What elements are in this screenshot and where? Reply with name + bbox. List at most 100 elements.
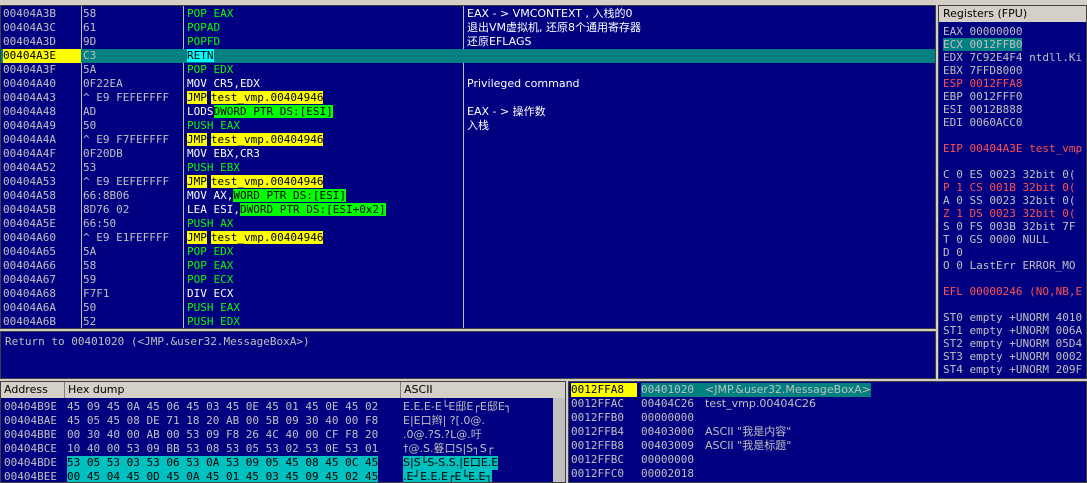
disasm-hex: 0F20DB bbox=[83, 147, 123, 160]
register-row[interactable]: ECX 0012FFB0 bbox=[943, 38, 1023, 51]
dump-scrollbar[interactable] bbox=[553, 398, 565, 482]
register-row[interactable]: ST0 empty +UNORM 4010 bbox=[943, 311, 1082, 324]
dump-address: 00404BEE bbox=[4, 470, 57, 483]
disasm-row[interactable]: 00404A3E C3 RETN bbox=[1, 49, 935, 63]
disasm-row[interactable]: 00404A40 0F22EA MOV CR5,EDX Privileged comm… bbox=[1, 77, 935, 91]
dump-header-address[interactable]: Address bbox=[1, 382, 65, 398]
stack-address: 0012FFC0 bbox=[571, 467, 624, 480]
dump-header-ascii[interactable]: ASCII bbox=[401, 382, 565, 398]
instruction-mnemonic: POP EAX bbox=[187, 259, 234, 272]
disasm-row[interactable]: 00404A52 53 PUSH EBX bbox=[1, 161, 935, 175]
disasm-address: 00404A52 bbox=[3, 161, 56, 174]
instruction-operand: test_vmp.00404946 bbox=[210, 175, 324, 188]
instruction-mnemonic: LODS bbox=[187, 105, 214, 118]
disasm-comment: 退出VM虚拟机, 还原8个通用寄存器 bbox=[467, 21, 642, 34]
stack-row[interactable]: 0012FFC0 00002018 bbox=[569, 467, 1086, 481]
disasm-row[interactable]: 00404A6A 50 PUSH EAX bbox=[1, 301, 935, 315]
register-row[interactable]: ESP 0012FFA8 bbox=[943, 77, 1022, 90]
register-row[interactable]: T 0 GS 0000 NULL bbox=[943, 233, 1049, 246]
register-row[interactable]: ST3 empty +UNORM 0002 bbox=[943, 350, 1082, 363]
instruction-mnemonic: PUSH EAX bbox=[187, 119, 240, 132]
instruction-mnemonic: LEA ESI, bbox=[187, 203, 240, 216]
hex-dump-pane[interactable]: Address Hex dump ASCII 00404B9E 45 09 45 … bbox=[0, 381, 566, 483]
register-row[interactable]: A 0 SS 0023 32bit 0( bbox=[943, 194, 1075, 207]
instruction-operand: DWORD PTR DS:[ESI+0x2] bbox=[239, 203, 386, 216]
disasm-hex: ^ E9 E1FEFFFF bbox=[83, 231, 170, 244]
disasm-instruction: POP EAX bbox=[187, 259, 461, 273]
register-row[interactable]: EBP 0012FFF0 bbox=[943, 90, 1022, 103]
registers-pane[interactable]: Registers (FPU) EAX 00000000 ECX 0012FFB0… bbox=[938, 5, 1087, 379]
register-row[interactable]: EFL 00000246 (NO,NB,E bbox=[943, 285, 1082, 298]
dump-header-hex[interactable]: Hex dump bbox=[65, 382, 401, 398]
dump-row[interactable]: 00404BCE 10 40 00 53 09 BB 53 08 53 05 53… bbox=[1, 442, 565, 456]
disasm-address: 00404A60 bbox=[3, 231, 56, 244]
disassembly-pane[interactable]: 00404A3B 58 POP EAX EAX - > VMCONTEXT , 入栈的… bbox=[0, 5, 936, 329]
instruction-operand: WORD PTR DS:[ESI] bbox=[233, 189, 346, 202]
disasm-instruction: RETN bbox=[187, 49, 461, 63]
register-row[interactable]: D 0 bbox=[943, 246, 963, 259]
disasm-address: 00404A3D bbox=[3, 35, 56, 48]
disasm-row[interactable]: 00404A68 F7F1 DIV ECX bbox=[1, 287, 935, 301]
instruction-mnemonic: MOV EBX,CR3 bbox=[187, 147, 260, 160]
stack-row[interactable]: 0012FFBC 00000000 bbox=[569, 453, 1086, 467]
register-row[interactable]: EBX 7FFD8000 bbox=[943, 64, 1022, 77]
disasm-row[interactable]: 00404A49 50 PUSH EAX 入栈 bbox=[1, 119, 935, 133]
disasm-row[interactable]: 00404A48 AD LODSDWORD PTR DS:[ESI] EAX - > … bbox=[1, 105, 935, 119]
disasm-row[interactable]: 00404A4F 0F20DB MOV EBX,CR3 bbox=[1, 147, 935, 161]
register-row[interactable]: EDX 7C92E4F4 ntdll.Ki bbox=[943, 51, 1082, 64]
disasm-row[interactable]: 00404A58 66:8B06 MOV AX,WORD PTR DS:[ESI] bbox=[1, 189, 935, 203]
disasm-comment bbox=[467, 189, 935, 203]
disasm-hex: 0F22EA bbox=[83, 77, 123, 90]
dump-row[interactable]: 00404BDE 53 05 53 03 53 06 53 0A 53 09 05… bbox=[1, 456, 565, 470]
disasm-comment: Privileged command bbox=[467, 77, 580, 90]
disasm-hex: ^ E9 FEFEFFFF bbox=[83, 91, 170, 104]
stack-row[interactable]: 0012FFAC 00404C26 test_vmp.00404C26 bbox=[569, 397, 1086, 411]
disasm-row[interactable]: 00404A3C 61 POPAD 退出VM虚拟机, 还原8个通用寄存器 bbox=[1, 21, 935, 35]
stack-row[interactable]: 0012FFB8 00403009 ASCII "我是标题" bbox=[569, 439, 1086, 453]
disasm-row[interactable]: 00404A5B 8D76 02 LEA ESI,DWORD PTR DS:[ESI… bbox=[1, 203, 935, 217]
disasm-row[interactable]: 00404A67 59 POP ECX bbox=[1, 273, 935, 287]
register-row[interactable]: EIP 00404A3E test_vmp bbox=[943, 142, 1082, 155]
disasm-instruction: PUSH EAX bbox=[187, 301, 461, 315]
dump-row[interactable]: 00404BEE 00 45 04 45 0D 45 0A 45 01 45 03… bbox=[1, 470, 565, 483]
dump-row[interactable]: 00404B9E 45 09 45 0A 45 06 45 03 45 0E 45… bbox=[1, 400, 565, 414]
disasm-row[interactable]: 00404A5E 66:50 PUSH AX bbox=[1, 217, 935, 231]
register-row[interactable]: EDI 0060ACC0 bbox=[943, 116, 1022, 129]
disasm-hex: F7F1 bbox=[83, 287, 110, 300]
register-row[interactable]: ESI 0012B888 bbox=[943, 103, 1022, 116]
register-row[interactable]: S 0 FS 003B 32bit 7F bbox=[943, 220, 1075, 233]
stack-row[interactable]: 0012FFB0 00000000 bbox=[569, 411, 1086, 425]
disasm-row[interactable]: 00404A66 58 POP EAX bbox=[1, 259, 935, 273]
stack-value: 00000000 bbox=[641, 411, 694, 424]
register-row[interactable]: Z 1 DS 0023 32bit 0( bbox=[943, 207, 1075, 220]
disasm-row[interactable]: 00404A43 ^ E9 FEFEFFFF JMP test_vmp.0040494… bbox=[1, 91, 935, 105]
register-row[interactable]: EAX 00000000 bbox=[943, 25, 1022, 38]
register-row[interactable]: ST2 empty +UNORM 05D4 bbox=[943, 337, 1082, 350]
disasm-hex: 9D bbox=[83, 35, 97, 48]
disasm-row[interactable]: 00404A53 ^ E9 EEFEFFFF JMP test_vmp.0040494… bbox=[1, 175, 935, 189]
disasm-row[interactable]: 00404A3D 9D POPFD 还原EFLAGS bbox=[1, 35, 935, 49]
register-row[interactable]: O 0 LastErr ERROR_MO bbox=[943, 259, 1075, 272]
disasm-row[interactable]: 00404A4A ^ E9 F7FEFFFF JMP test_vmp.0040494… bbox=[1, 133, 935, 147]
disasm-instruction: POPFD bbox=[187, 35, 461, 49]
register-row[interactable]: ST4 empty +UNORM 209F bbox=[943, 363, 1082, 376]
dump-hex-bytes: 45 09 45 0A 45 06 45 03 45 0E 45 01 45 0… bbox=[67, 400, 379, 413]
disasm-address: 00404A6B bbox=[3, 315, 56, 328]
disasm-comment bbox=[467, 231, 935, 245]
stack-pane[interactable]: 0012FFA8 00401020 <JMP.&user32.MessageBoxA… bbox=[568, 381, 1087, 483]
disasm-row[interactable]: 00404A65 5A POP EDX bbox=[1, 245, 935, 259]
stack-row[interactable]: 0012FFB4 00403000 ASCII "我是内容" bbox=[569, 425, 1086, 439]
stack-address: 0012FFB8 bbox=[571, 439, 624, 452]
stack-comment: ASCII "我是内容" bbox=[705, 425, 792, 438]
register-row[interactable]: ST1 empty +UNORM 006A bbox=[943, 324, 1082, 337]
disasm-row[interactable]: 00404A6B 52 PUSH EDX bbox=[1, 315, 935, 328]
disasm-row[interactable]: 00404A3B 58 POP EAX EAX - > VMCONTEXT , 入栈的… bbox=[1, 7, 935, 21]
stack-row[interactable]: 0012FFA8 00401020 <JMP.&user32.MessageBoxA… bbox=[569, 383, 1086, 397]
instruction-mnemonic: JMP bbox=[187, 231, 207, 244]
disasm-row[interactable]: 00404A60 ^ E9 E1FEFFFF JMP test_vmp.0040494… bbox=[1, 231, 935, 245]
disasm-row[interactable]: 00404A3F 5A POP EDX bbox=[1, 63, 935, 77]
dump-row[interactable]: 00404BAE 45 05 45 08 DE 71 18 20 AB 00 5B… bbox=[1, 414, 565, 428]
register-row[interactable]: C 0 ES 0023 32bit 0( bbox=[943, 168, 1075, 181]
register-row[interactable]: P 1 CS 001B 32bit 0( bbox=[943, 181, 1075, 194]
dump-row[interactable]: 00404BBE 00 30 40 00 AB 00 53 09 F8 26 4C… bbox=[1, 428, 565, 442]
